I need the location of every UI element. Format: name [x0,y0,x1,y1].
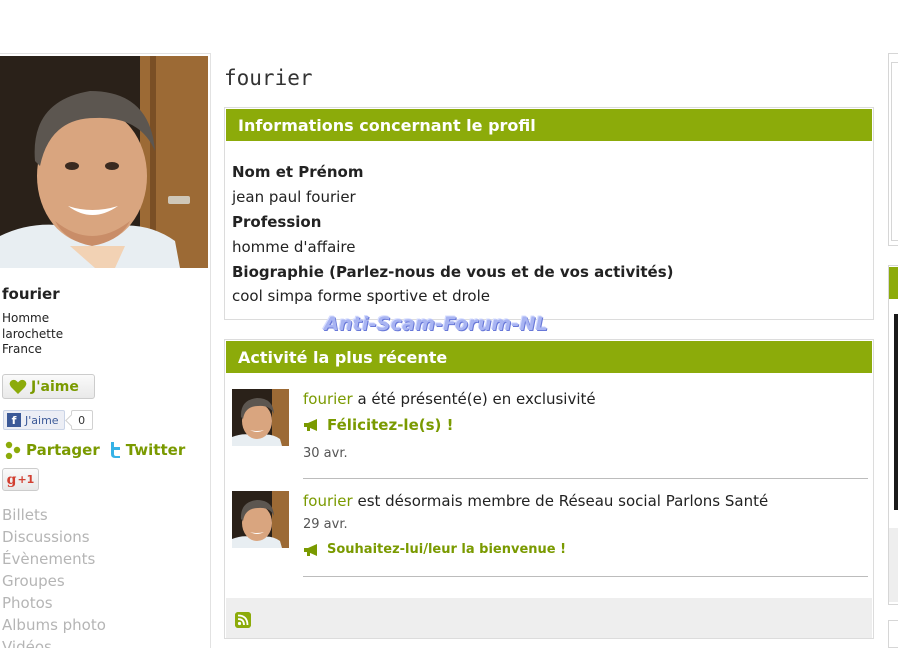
like-label: J'aime [31,378,79,395]
field-value-biography: cool simpa forme sportive et drole [232,287,490,305]
nav-item-billets[interactable]: Billets [2,504,106,526]
activity-user-link[interactable]: fourier [303,390,353,408]
google-plus-label: +1 [17,473,35,486]
activity-text: fourier a été présenté(e) en exclusivité [303,390,596,408]
facebook-like-button[interactable]: f J'aime [3,410,65,430]
profile-info-header: Informations concernant le profil [226,109,872,141]
facebook-like-label: J'aime [25,413,59,427]
field-label-biography: Biographie (Parlez-nous de vous et de vo… [232,263,674,281]
profile-gender: Homme [2,311,50,325]
right-widget-header [889,267,898,299]
field-label-name: Nom et Prénom [232,163,364,181]
share-link[interactable]: Partager [26,441,100,459]
activity-date: 29 avr. [303,517,348,532]
profile-sidebar: fourier Homme larochette France J'aime f… [0,53,211,648]
field-label-profession: Profession [232,213,322,231]
nav-item-groupes[interactable]: Groupes [2,570,106,592]
profile-info-box: Informations concernant le profil Nom et… [224,107,874,320]
activity-avatar[interactable] [232,491,289,548]
activity-description: est désormais membre de Réseau social Pa… [352,492,769,510]
megaphone-icon [304,419,317,431]
heart-icon [9,379,27,394]
share-row: Partager Twitter [4,441,185,459]
activity-divider [303,478,868,479]
welcome-label: Souhaitez-lui/leur la bienvenue ! [327,542,567,557]
activity-divider [303,576,868,577]
congratulate-label: Félicitez-le(s) ! [327,416,454,434]
congratulate-link[interactable]: Félicitez-le(s) ! [303,416,453,434]
recent-activity-box: Activité la plus récente fourier a été p… [224,339,874,639]
facebook-icon: f [7,413,21,427]
google-plus-icon: g [6,471,17,488]
right-widget-footer [889,528,898,602]
page-title: fourier [224,66,313,90]
rss-icon[interactable] [235,612,251,628]
activity-avatar[interactable] [232,389,289,446]
profile-nav: Billets Discussions Évènements Groupes P… [2,504,106,648]
twitter-link[interactable]: Twitter [126,441,186,459]
nav-item-albums-photo[interactable]: Albums photo [2,614,106,636]
profile-name: fourier [2,285,60,303]
watermark: Anti-Scam-Forum-NL [324,313,548,335]
facebook-like-count: 0 [70,410,93,430]
like-button[interactable]: J'aime [2,374,95,399]
google-plus-button[interactable]: g +1 [2,468,39,491]
field-value-name: jean paul fourier [232,188,356,206]
nav-item-evenements[interactable]: Évènements [2,548,106,570]
profile-photo[interactable] [0,56,208,268]
right-sidebar-box-bottom [888,620,898,648]
nav-item-videos[interactable]: Vidéos [2,636,106,648]
activity-description: a été présenté(e) en exclusivité [352,390,596,408]
activity-date: 30 avr. [303,446,348,461]
field-value-profession: homme d'affaire [232,238,356,256]
twitter-icon [110,442,120,458]
profile-city: larochette [2,326,64,341]
megaphone-icon [304,543,317,556]
right-sidebar-box [888,53,898,246]
activity-user-link[interactable]: fourier [303,492,353,510]
nav-item-photos[interactable]: Photos [2,592,106,614]
right-widget-media [894,314,898,510]
nav-item-discussions[interactable]: Discussions [2,526,106,548]
profile-details: Homme larochette France [2,311,63,358]
activity-footer [226,598,872,638]
right-sidebar-widget [888,265,898,605]
profile-country: France [2,342,42,356]
activity-text: fourier est désormais membre de Réseau s… [303,492,768,510]
recent-activity-header: Activité la plus récente [226,341,872,373]
welcome-link[interactable]: Souhaitez-lui/leur la bienvenue ! [303,542,566,557]
share-icon [5,441,21,459]
right-sidebar-inner [891,62,898,241]
facebook-like-widget[interactable]: f J'aime 0 [3,409,93,431]
